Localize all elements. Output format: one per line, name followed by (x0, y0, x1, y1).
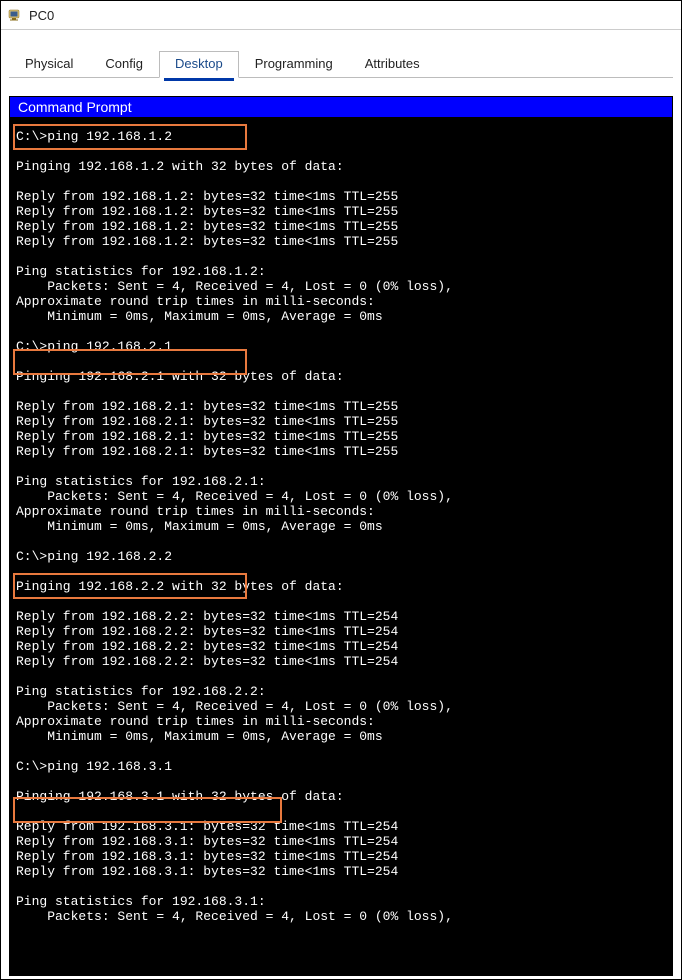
tab-attributes[interactable]: Attributes (349, 51, 436, 78)
command-prompt-window: Command Prompt C:\>ping 192.168.1.2 Ping… (9, 96, 673, 976)
tab-desktop[interactable]: Desktop (159, 51, 239, 78)
tab-physical[interactable]: Physical (9, 51, 89, 78)
tab-programming[interactable]: Programming (239, 51, 349, 78)
highlight-annotation (13, 797, 282, 823)
content-wrapper: Physical Config Desktop Programming Attr… (1, 30, 681, 976)
command-prompt-title: Command Prompt (10, 97, 672, 117)
app-icon (7, 7, 23, 23)
window-title: PC0 (29, 8, 54, 23)
terminal-output[interactable]: C:\>ping 192.168.1.2 Pinging 192.168.1.2… (10, 117, 672, 975)
titlebar: PC0 (1, 1, 681, 30)
highlight-annotation (13, 573, 247, 599)
tabs-bar: Physical Config Desktop Programming Attr… (9, 50, 673, 78)
highlight-annotation (13, 349, 247, 375)
highlight-annotation (13, 124, 247, 150)
tab-config[interactable]: Config (89, 51, 159, 78)
